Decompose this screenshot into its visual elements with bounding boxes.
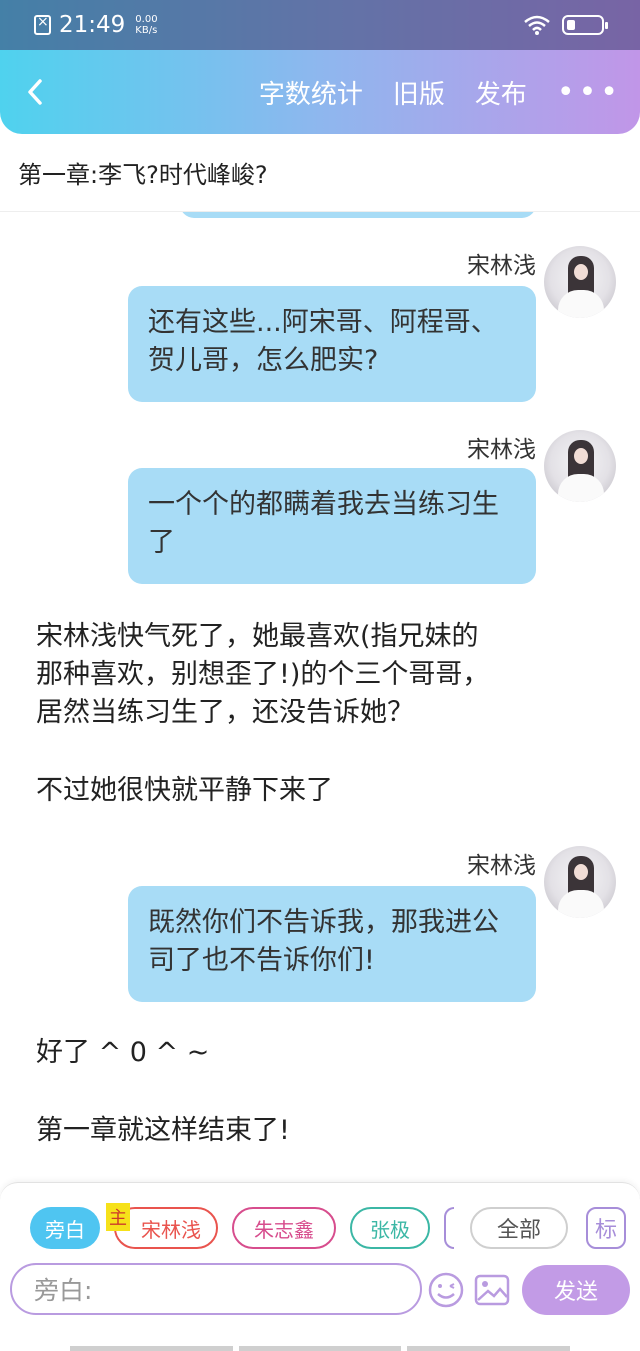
send-button[interactable]: 发送 [522,1265,630,1315]
role-chip-narrator[interactable]: 旁白 [30,1207,100,1249]
story-content[interactable]: 宋林浅 还有这些...阿宋哥、阿程哥、贺儿哥，怎么肥实? 宋林浅 一个个的都瞒着… [0,212,640,1182]
avatar[interactable] [544,430,616,502]
composer-panel: 旁白 宋林浅 主 朱志鑫 张极 全部 标 旁白: 发送 [0,1182,640,1351]
wifi-icon [524,15,550,35]
mark-button[interactable]: 标 [586,1207,626,1249]
smiley-icon[interactable] [428,1272,464,1308]
avatar[interactable] [544,246,616,318]
input-row: 旁白: 发送 [0,1263,640,1317]
word-count-button[interactable]: 字数统计 [259,74,363,111]
speaker-name: 宋林浅 [467,853,536,879]
narration-text[interactable]: 好了 ^ 0 ^ ~ [36,1034,596,1072]
battery-icon [562,15,608,35]
message-bubble[interactable]: 既然你们不告诉我，那我进公司了也不告诉你们! [128,886,536,1002]
status-bar: 21:49 0.00 KB/s [0,0,640,50]
chevron-left-icon [28,79,42,105]
old-version-button[interactable]: 旧版 [393,74,445,111]
speaker-name: 宋林浅 [467,437,536,463]
narration-line: 那种喜欢，别想歪了!)的个三个哥哥， [36,659,490,690]
previous-bubble [180,212,536,218]
image-icon[interactable] [474,1272,510,1308]
narration-line: 宋林浅快气死了，她最喜欢(指兄妹的 [36,621,479,652]
role-chip-zhuzhixin[interactable]: 朱志鑫 [232,1207,336,1249]
avatar[interactable] [544,846,616,918]
all-roles-button[interactable]: 全部 [470,1207,568,1249]
network-speed: 0.00 KB/s [135,14,157,36]
main-character-badge: 主 [106,1203,130,1231]
chapter-title[interactable]: 第一章:李飞?时代峰峻? [0,134,640,212]
narration-text[interactable]: 不过她很快就平静下来了 [36,772,596,810]
network-speed-unit: KB/s [135,25,158,36]
back-button[interactable] [0,50,70,134]
message-input[interactable]: 旁白: [10,1263,422,1315]
role-chip-partial[interactable] [444,1207,454,1249]
system-nav-bar [70,1346,571,1351]
status-time: 21:49 [59,12,126,38]
network-speed-value: 0.00 [135,14,158,25]
message-bubble[interactable]: 还有这些...阿宋哥、阿程哥、贺儿哥，怎么肥实? [128,286,536,402]
role-selector: 旁白 宋林浅 主 朱志鑫 张极 全部 标 [0,1203,640,1251]
publish-button[interactable]: 发布 [475,74,527,111]
no-sim-icon [34,14,51,35]
speaker-name: 宋林浅 [467,253,536,279]
more-dots-icon[interactable]: ••• [557,75,622,110]
narration-text[interactable]: 第一章就这样结束了! [36,1112,596,1150]
narration-text[interactable]: 宋林浅快气死了，她最喜欢(指兄妹的 那种喜欢，别想歪了!)的个三个哥哥， 居然当… [36,618,596,732]
narration-line: 居然当练习生了，还没告诉她？ [36,697,414,728]
top-navbar: 字数统计 旧版 发布 ••• [0,50,640,134]
role-chip-zhangji[interactable]: 张极 [350,1207,430,1249]
message-bubble[interactable]: 一个个的都瞒着我去当练习生了 [128,468,536,584]
